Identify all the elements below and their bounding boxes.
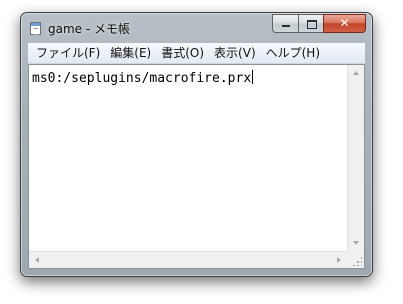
scroll-right-arrow-icon[interactable] xyxy=(337,257,341,263)
menu-help[interactable]: ヘルプ(H) xyxy=(261,43,325,63)
resize-grip-icon xyxy=(352,256,362,266)
maximize-button[interactable] xyxy=(298,14,323,33)
size-grip[interactable] xyxy=(347,251,364,268)
window-title: game - メモ帳 xyxy=(48,22,131,36)
scroll-up-arrow-icon[interactable] xyxy=(353,71,359,75)
minimize-icon xyxy=(282,25,290,27)
notepad-window: game - メモ帳 ✕ ファイル(F) 編集(E) 書式(O) 表示(V) ヘ… xyxy=(20,12,373,277)
horizontal-scrollbar[interactable] xyxy=(29,251,347,268)
editor-text: ms0:/seplugins/macrofire.prx xyxy=(32,71,252,86)
menu-edit[interactable]: 編集(E) xyxy=(105,43,156,63)
scroll-left-arrow-icon[interactable] xyxy=(35,257,39,263)
menu-format[interactable]: 書式(O) xyxy=(156,43,209,63)
text-editor[interactable]: ms0:/seplugins/macrofire.prx xyxy=(28,64,365,269)
title-bar[interactable]: game - メモ帳 ✕ xyxy=(21,13,372,43)
text-caret xyxy=(252,70,254,84)
close-icon: ✕ xyxy=(339,16,350,30)
maximize-icon xyxy=(307,20,317,29)
caption-buttons: ✕ xyxy=(272,14,366,33)
menu-file[interactable]: ファイル(F) xyxy=(31,43,105,63)
menu-bar: ファイル(F) 編集(E) 書式(O) 表示(V) ヘルプ(H) xyxy=(28,43,365,64)
minimize-button[interactable] xyxy=(272,14,298,33)
vertical-scrollbar[interactable] xyxy=(347,65,364,251)
close-button[interactable]: ✕ xyxy=(323,14,366,33)
desktop: game - メモ帳 ✕ ファイル(F) 編集(E) 書式(O) 表示(V) ヘ… xyxy=(0,0,403,304)
editor-text-line[interactable]: ms0:/seplugins/macrofire.prx xyxy=(32,70,254,86)
scroll-down-arrow-icon[interactable] xyxy=(353,241,359,245)
notepad-icon[interactable] xyxy=(30,22,41,35)
menu-view[interactable]: 表示(V) xyxy=(209,43,261,63)
